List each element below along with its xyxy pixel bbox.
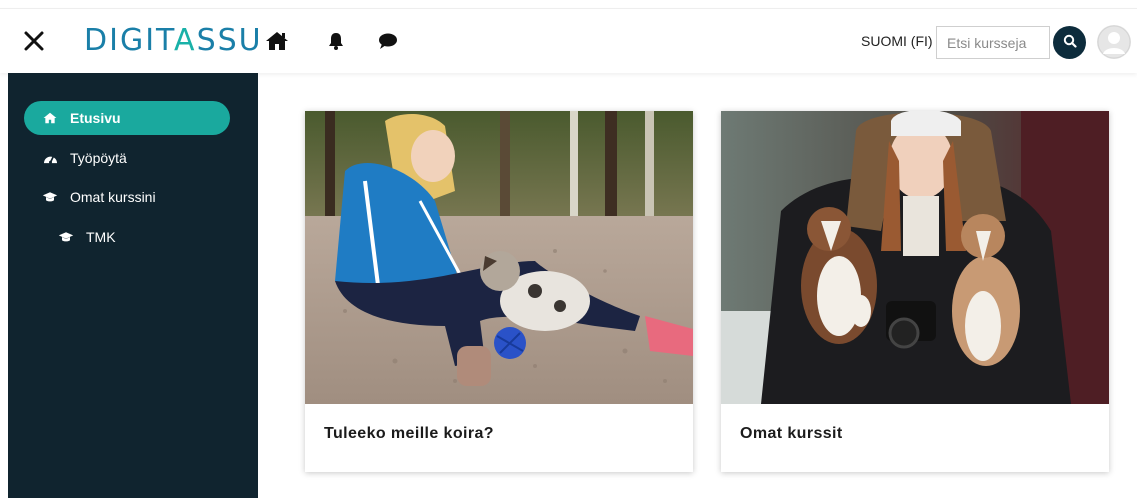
user-avatar-icon[interactable] [1097,25,1131,59]
sidebar-item-etusivu[interactable]: Etusivu [24,101,230,135]
top-navbar: DIGITASSU SUOMI (FI) [0,8,1137,73]
bell-icon[interactable] [326,31,348,51]
sidebar-item-tmk[interactable]: TMK [24,220,230,254]
sidebar-item-label: Omat kurssini [70,189,156,205]
language-selector[interactable]: SUOMI (FI) [861,33,933,49]
sidebar-item-label: TMK [86,229,116,245]
search-button[interactable] [1053,26,1086,59]
course-card-tuleeko-meille-koira[interactable]: Tuleeko meille koira? [305,111,693,472]
sidebar-item-label: Työpöytä [70,150,127,166]
close-icon[interactable] [22,29,46,53]
card-title: Tuleeko meille koira? [324,425,494,442]
course-card-omat-kurssit[interactable]: Omat kurssit [721,111,1109,472]
sidebar-item-omat-kurssini[interactable]: Omat kurssini [24,180,230,214]
sidebar-item-label: Etusivu [70,110,121,126]
woman-playing-with-puppy-photo [305,111,693,404]
home-icon[interactable] [265,31,288,51]
logo-text-accent: A [174,23,197,58]
dashboard-icon [42,150,58,166]
graduation-cap-icon [58,229,74,245]
graduation-cap-icon [42,189,58,205]
logo-text-end: SSU [196,23,263,58]
sidebar: Etusivu Työpöytä Omat kurssini TMK [8,73,258,498]
search-icon [1063,34,1077,51]
woman-holding-two-puppies-photo [721,111,1109,404]
card-title: Omat kurssit [740,425,843,442]
chat-bubble-icon[interactable] [377,31,399,51]
site-logo[interactable]: DIGITASSU [84,23,263,58]
course-search-input[interactable] [936,26,1050,59]
sidebar-item-tyopoyta[interactable]: Työpöytä [24,141,230,175]
logo-text-main: DIGIT [84,23,175,58]
home-icon [42,110,58,126]
